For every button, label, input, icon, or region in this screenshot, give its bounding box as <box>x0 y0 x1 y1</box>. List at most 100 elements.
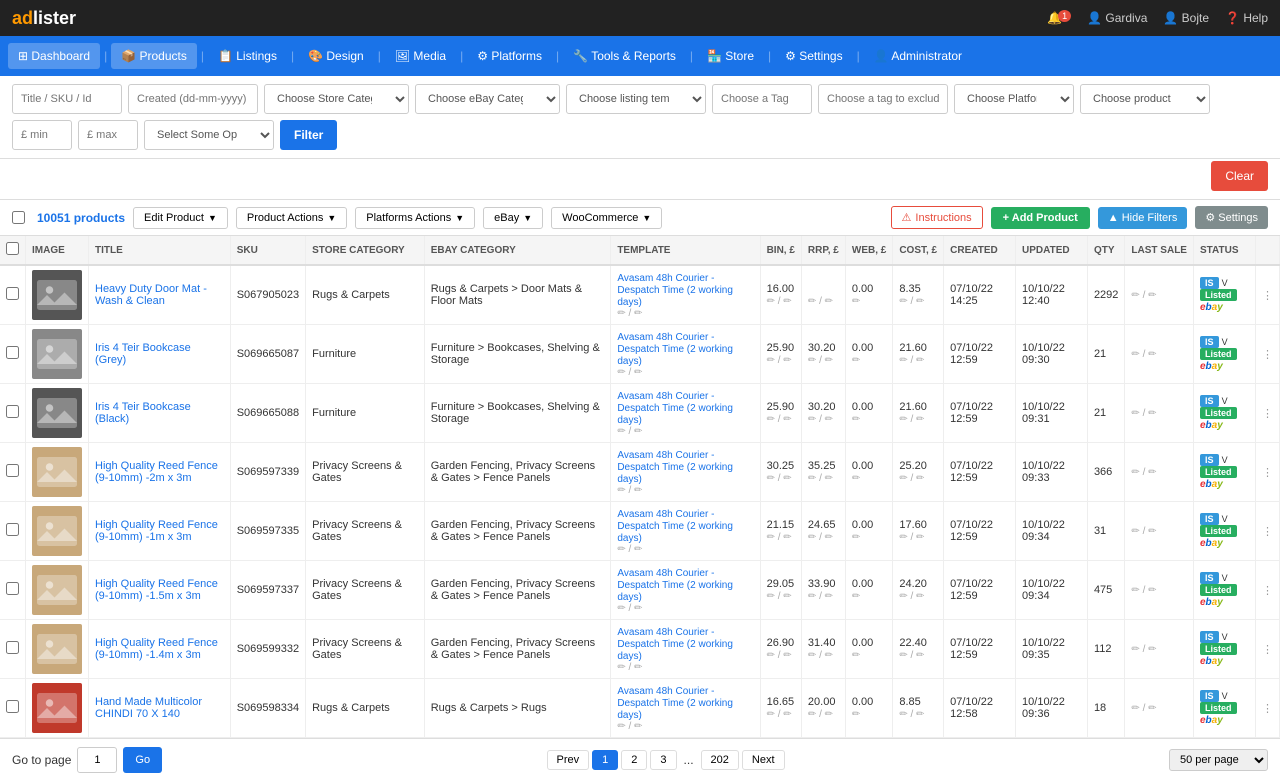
row-checkbox[interactable] <box>6 582 19 595</box>
nav-design[interactable]: 🎨 Design <box>298 43 374 69</box>
row-image-cell <box>26 325 89 384</box>
nav-products[interactable]: 📦 Products <box>111 43 197 69</box>
hide-filters-button[interactable]: ▲ Hide Filters <box>1098 207 1188 229</box>
goto-input[interactable] <box>77 747 117 773</box>
product-title-link[interactable]: High Quality Reed Fence (9-10mm) -1.5m x… <box>95 578 218 602</box>
col-created: CREATED <box>944 236 1016 265</box>
listing-template-select[interactable]: Choose listing templat... <box>566 84 706 114</box>
row-cost-cell: 22.40✏ / ✏ <box>893 620 944 679</box>
template-link[interactable]: Avasam 48h Courier - Despatch Time (2 wo… <box>617 450 733 485</box>
row-qty-cell: 31 <box>1087 502 1124 561</box>
nav-settings[interactable]: ⚙ Settings <box>775 43 852 69</box>
product-thumbnail <box>32 329 82 379</box>
woocommerce-button[interactable]: WooCommerce ▼ <box>551 207 662 229</box>
status-is-badge: IS <box>1200 513 1219 525</box>
row-status-cell: IS V Listed ebay <box>1193 502 1255 561</box>
more-icon[interactable]: ⋮ <box>1262 703 1273 715</box>
ebay-category-select[interactable]: Choose eBay Category <box>415 84 560 114</box>
nav-tools[interactable]: 🔧 Tools & Reports <box>563 43 686 69</box>
nav-administrator[interactable]: 👤 Administrator <box>864 43 972 69</box>
template-link[interactable]: Avasam 48h Courier - Despatch Time (2 wo… <box>617 273 733 308</box>
user-bojte[interactable]: 👤 Bojte <box>1163 11 1209 25</box>
product-title-link[interactable]: Iris 4 Teir Bookcase (Black) <box>95 401 191 425</box>
template-link[interactable]: Avasam 48h Courier - Despatch Time (2 wo… <box>617 686 733 721</box>
more-icon[interactable]: ⋮ <box>1262 585 1273 597</box>
more-icon[interactable]: ⋮ <box>1262 467 1273 479</box>
settings-button[interactable]: ⚙ Settings <box>1195 206 1268 229</box>
created-date-input[interactable] <box>128 84 258 114</box>
row-checkbox[interactable] <box>6 641 19 654</box>
per-page-select[interactable]: 50 per page 25 per page 100 per page <box>1169 749 1268 771</box>
template-link[interactable]: Avasam 48h Courier - Despatch Time (2 wo… <box>617 391 733 426</box>
nav-media[interactable]: 🖼 Media <box>385 43 456 69</box>
more-icon[interactable]: ⋮ <box>1262 408 1273 420</box>
product-title-link[interactable]: High Quality Reed Fence (9-10mm) -1m x 3… <box>95 519 218 543</box>
product-title-link[interactable]: High Quality Reed Fence (9-10mm) -1.4m x… <box>95 637 218 661</box>
nav-listings[interactable]: 📋 Listings <box>208 43 287 69</box>
prev-button[interactable]: Prev <box>547 750 590 770</box>
nav-platforms[interactable]: ⚙ Platforms <box>467 43 552 69</box>
nav-store[interactable]: 🏪 Store <box>697 43 764 69</box>
template-link[interactable]: Avasam 48h Courier - Despatch Time (2 wo… <box>617 568 733 603</box>
product-title-link[interactable]: Iris 4 Teir Bookcase (Grey) <box>95 342 191 366</box>
row-checkbox[interactable] <box>6 287 19 300</box>
platform-select[interactable]: Choose Platform <box>954 84 1074 114</box>
row-checkbox[interactable] <box>6 346 19 359</box>
edit-product-button[interactable]: Edit Product ▼ <box>133 207 228 229</box>
price-min-input[interactable] <box>12 120 72 150</box>
row-checkbox[interactable] <box>6 464 19 477</box>
price-max-input[interactable] <box>78 120 138 150</box>
page-3-button[interactable]: 3 <box>650 750 676 770</box>
col-last-sale: LAST SALE <box>1125 236 1194 265</box>
more-icon[interactable]: ⋮ <box>1262 644 1273 656</box>
help-link[interactable]: ❓ Help <box>1225 11 1268 25</box>
add-product-button[interactable]: + Add Product <box>991 207 1090 229</box>
goto-button[interactable]: Go <box>123 747 162 773</box>
row-checkbox[interactable] <box>6 405 19 418</box>
more-icon[interactable]: ⋮ <box>1262 290 1273 302</box>
template-link[interactable]: Avasam 48h Courier - Despatch Time (2 wo… <box>617 332 733 367</box>
template-link[interactable]: Avasam 48h Courier - Despatch Time (2 wo… <box>617 509 733 544</box>
product-title-link[interactable]: High Quality Reed Fence (9-10mm) -2m x 3… <box>95 460 218 484</box>
col-sku: SKU <box>230 236 305 265</box>
product-title-link[interactable]: Heavy Duty Door Mat - Wash & Clean <box>95 283 207 307</box>
row-last-sale-cell: ✏ / ✏ <box>1125 502 1194 561</box>
page-1-button[interactable]: 1 <box>592 750 618 770</box>
notification-bell[interactable]: 🔔1 <box>1047 11 1071 25</box>
clear-button[interactable]: Clear <box>1211 161 1268 191</box>
product-title-link[interactable]: Hand Made Multicolor CHINDI 70 X 140 <box>95 696 202 720</box>
row-rrp-cell: 30.20✏ / ✏ <box>801 325 845 384</box>
tag-exclude-input[interactable] <box>818 84 948 114</box>
more-icon[interactable]: ⋮ <box>1262 349 1273 361</box>
product-thumbnail <box>32 447 82 497</box>
tag-input[interactable] <box>712 84 812 114</box>
more-icon[interactable]: ⋮ <box>1262 526 1273 538</box>
instructions-button[interactable]: ⚠ Instructions <box>891 206 983 229</box>
row-qty-cell: 18 <box>1087 679 1124 738</box>
row-created-cell: 07/10/22 12:59 <box>944 620 1016 679</box>
row-updated-cell: 10/10/22 09:33 <box>1016 443 1088 502</box>
product-thumbnail <box>32 565 82 615</box>
row-checkbox[interactable] <box>6 523 19 536</box>
platforms-actions-button[interactable]: Platforms Actions ▼ <box>355 207 475 229</box>
title-sku-id-input[interactable] <box>12 84 122 114</box>
template-link[interactable]: Avasam 48h Courier - Despatch Time (2 wo… <box>617 627 733 662</box>
row-checkbox[interactable] <box>6 700 19 713</box>
filter-button[interactable]: Filter <box>280 120 337 150</box>
product-type-select[interactable]: Choose product type... <box>1080 84 1210 114</box>
status-is-badge: IS <box>1200 277 1219 289</box>
header-checkbox[interactable] <box>6 242 19 255</box>
page-202-button[interactable]: 202 <box>701 750 739 770</box>
ebay-button[interactable]: eBay ▼ <box>483 207 543 229</box>
row-updated-cell: 10/10/22 12:40 <box>1016 265 1088 325</box>
user-gardiva[interactable]: 👤 Gardiva <box>1087 11 1147 25</box>
store-category-select[interactable]: Choose Store Category <box>264 84 409 114</box>
nav-dashboard[interactable]: ⊞ Dashboard <box>8 43 100 69</box>
product-actions-button[interactable]: Product Actions ▼ <box>236 207 347 229</box>
status-v: V <box>1222 396 1228 406</box>
select-all-checkbox[interactable] <box>12 211 25 224</box>
options-select[interactable]: Select Some Options <box>144 120 274 150</box>
page-2-button[interactable]: 2 <box>621 750 647 770</box>
next-button[interactable]: Next <box>742 750 785 770</box>
row-sku-cell: S069665088 <box>230 384 305 443</box>
